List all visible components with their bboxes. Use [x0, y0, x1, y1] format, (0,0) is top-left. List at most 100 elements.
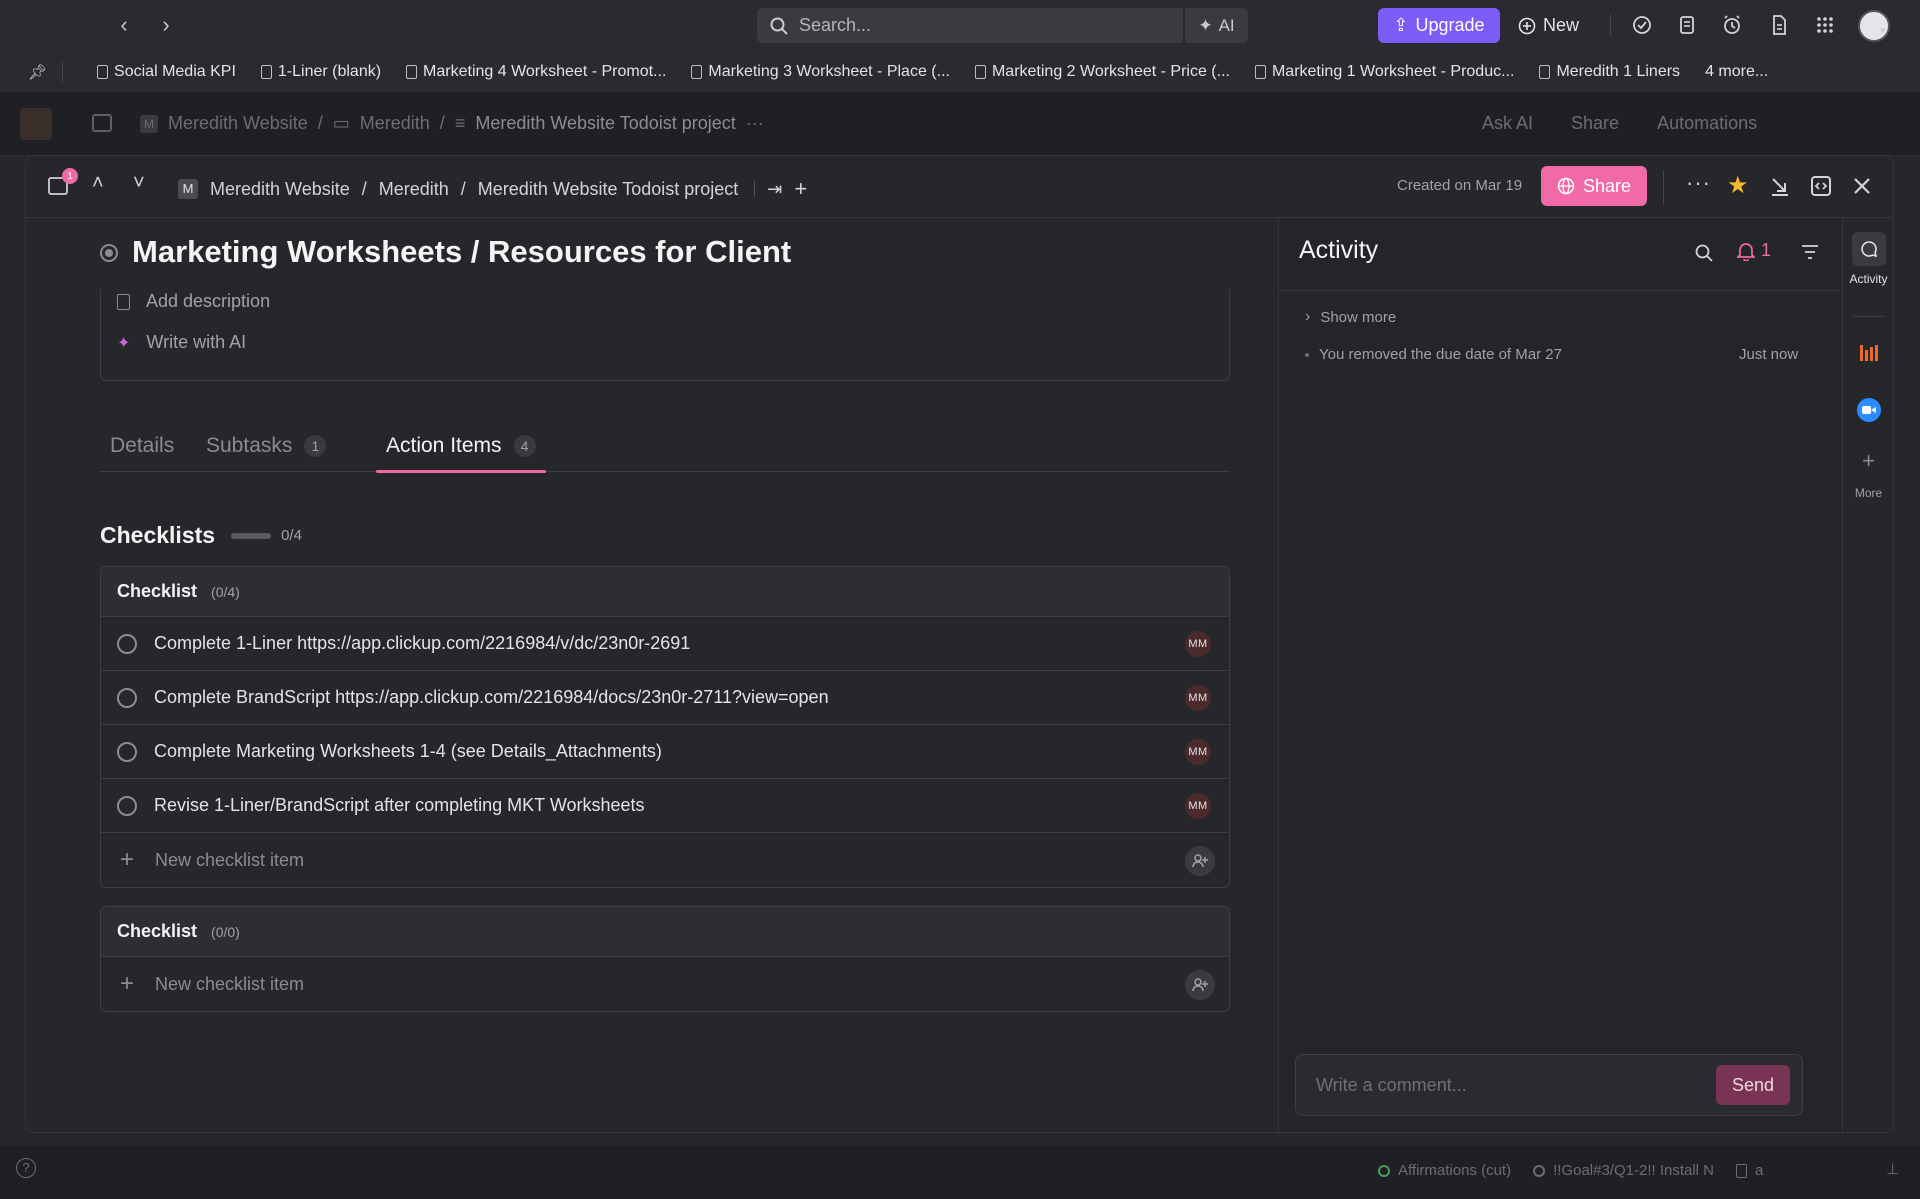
bookmark-item[interactable]: Meredith 1 Liners — [1539, 63, 1680, 81]
back-arrow-icon[interactable]: ‹ — [112, 14, 136, 38]
bookmark-item[interactable]: Marketing 4 Worksheet - Promot... — [406, 63, 666, 81]
new-checklist-item-input[interactable]: + New checklist item — [101, 833, 1229, 887]
assign-user-icon[interactable] — [1185, 970, 1215, 1000]
pin-icon[interactable]: 📌︎ — [28, 63, 47, 81]
tray-item[interactable]: a — [1755, 1162, 1763, 1179]
activity-panel: Activity 1 › Show more You removed the d… — [1278, 218, 1842, 1132]
chevron-down-icon[interactable]: ▾ — [1880, 24, 1886, 37]
minimize-icon[interactable] — [1769, 175, 1791, 197]
checkbox[interactable] — [117, 687, 137, 708]
close-icon[interactable] — [1852, 176, 1872, 196]
folder-icon: ▭ — [332, 113, 350, 133]
write-with-ai[interactable]: ✦ Write with AI — [117, 332, 246, 353]
bookmark-item[interactable]: Marketing 1 Worksheet - Produc... — [1254, 63, 1515, 81]
checklist-item-text[interactable]: Complete 1-Liner https://app.clickup.com… — [154, 633, 690, 654]
search-icon[interactable] — [1694, 243, 1714, 263]
notepad-icon[interactable] — [1675, 13, 1699, 37]
more-options-icon[interactable]: ··· — [1686, 170, 1711, 196]
checklist-header[interactable]: Checklist (0/0) — [101, 907, 1229, 957]
assignee-avatar[interactable]: MM — [1185, 685, 1211, 711]
move-icon[interactable]: ⇥ — [767, 179, 782, 200]
add-icon[interactable]: + — [794, 176, 807, 202]
bookmark-label: Marketing 1 Worksheet - Produc... — [1271, 63, 1515, 80]
check-circle-icon[interactable] — [1630, 13, 1654, 37]
upgrade-button[interactable]: ⇪ Upgrade — [1378, 8, 1500, 43]
filter-icon[interactable] — [1801, 244, 1819, 260]
document-icon[interactable] — [1767, 13, 1791, 37]
divider — [1853, 316, 1884, 317]
checklist-header[interactable]: Checklist (0/4) — [101, 567, 1229, 617]
send-button[interactable]: Send — [1716, 1065, 1790, 1105]
activity-rail-button[interactable] — [1852, 232, 1886, 266]
assignee-avatar[interactable]: MM — [1185, 739, 1211, 765]
automations-button[interactable]: Automations — [1657, 113, 1757, 134]
share-button[interactable]: Share — [1541, 166, 1647, 206]
tab-label: Subtasks — [206, 433, 293, 457]
checklist-item-text[interactable]: Complete BrandScript https://app.clickup… — [154, 687, 829, 708]
comment-input[interactable]: Write a comment... Send — [1295, 1054, 1803, 1116]
status-icon[interactable] — [100, 244, 118, 262]
new-checklist-item-input[interactable]: + New checklist item — [101, 957, 1229, 1011]
checkbox[interactable] — [117, 795, 137, 816]
add-description[interactable]: Add description — [117, 291, 270, 312]
forward-arrow-icon[interactable]: › — [154, 14, 178, 38]
alarm-clock-icon[interactable] — [1720, 13, 1744, 37]
bookmarks-more[interactable]: 4 more... — [1705, 63, 1768, 81]
zoom-icon[interactable] — [1857, 398, 1881, 422]
search-input[interactable]: Search... — [757, 8, 1183, 43]
checklist-item[interactable]: Complete BrandScript https://app.clickup… — [101, 671, 1229, 725]
new-button[interactable]: New — [1518, 8, 1590, 43]
top-bar: ‹ › Search... ✦ AI ⇪ Upgrade New ▾ — [0, 0, 1920, 52]
checklist-item[interactable]: Revise 1-Liner/BrandScript after complet… — [101, 779, 1229, 833]
chevron-up-icon[interactable]: ˄ — [92, 172, 104, 195]
pin-icon[interactable]: ⊥ — [1886, 1160, 1899, 1178]
task-modal: 1 ˄ ˅ M Meredith Website / Meredith / Me… — [26, 156, 1893, 1132]
new-item-placeholder: New checklist item — [155, 849, 305, 870]
bg-share-button[interactable]: Share — [1571, 113, 1619, 134]
more-rail-label[interactable]: More — [1843, 486, 1893, 500]
apps-grid-icon[interactable] — [1813, 13, 1837, 37]
checkbox[interactable] — [117, 633, 137, 654]
checklist-item-text[interactable]: Complete Marketing Worksheets 1-4 (see D… — [154, 741, 662, 762]
checklist-count: (0/4) — [211, 583, 240, 600]
checkbox[interactable] — [117, 741, 137, 762]
assign-user-icon[interactable] — [1185, 846, 1215, 876]
assignee-avatar[interactable]: MM — [1185, 793, 1211, 819]
assignee-avatar[interactable]: MM — [1185, 631, 1211, 657]
doc-icon — [1736, 1163, 1747, 1178]
bookmark-item[interactable]: Marketing 3 Worksheet - Place (... — [691, 63, 950, 81]
ask-ai-button[interactable]: Ask AI — [1482, 113, 1533, 134]
bookmark-item[interactable]: Social Media KPI — [97, 63, 236, 81]
expand-icon[interactable] — [1810, 175, 1832, 197]
breadcrumb-space[interactable]: Meredith Website — [210, 179, 350, 200]
checklist-item[interactable]: Complete 1-Liner https://app.clickup.com… — [101, 617, 1229, 671]
help-icon[interactable]: ? — [16, 1158, 36, 1178]
breadcrumb-folder[interactable]: Meredith — [379, 179, 449, 200]
checklist-name: Checklist — [117, 921, 198, 941]
tab-action-items[interactable]: Action Items 4 — [376, 419, 546, 473]
sidebar-toggle-icon[interactable] — [92, 114, 112, 132]
integration-bars-icon[interactable] — [1858, 342, 1880, 364]
bookmark-item[interactable]: Marketing 2 Worksheet - Price (... — [974, 63, 1230, 81]
breadcrumb-list[interactable]: Meredith Website Todoist project — [478, 179, 738, 200]
bookmark-item[interactable]: 1-Liner (blank) — [260, 63, 381, 81]
checklist-item[interactable]: Complete Marketing Worksheets 1-4 (see D… — [101, 725, 1229, 779]
chevron-down-icon[interactable]: ˅ — [133, 172, 145, 195]
tray-item[interactable]: !!Goal#3/Q1-2!! Install N — [1553, 1162, 1714, 1179]
notification-bell[interactable]: 1 — [1737, 240, 1771, 261]
star-icon[interactable]: ★ — [1727, 171, 1749, 200]
checklist-item-text[interactable]: Revise 1-Liner/BrandScript after complet… — [154, 795, 645, 816]
more-icon[interactable]: ··· — [746, 113, 764, 134]
tab-subtasks[interactable]: Subtasks 1 — [206, 419, 327, 472]
ai-button[interactable]: ✦ AI — [1184, 8, 1248, 43]
bg-crumb[interactable]: Meredith — [360, 113, 430, 134]
bg-crumb[interactable]: Meredith Website Todoist project — [475, 113, 735, 134]
workspace-avatar[interactable] — [20, 108, 52, 140]
show-more[interactable]: › Show more — [1305, 308, 1396, 326]
task-title[interactable]: Marketing Worksheets / Resources for Cli… — [132, 234, 791, 270]
add-icon[interactable]: + — [1843, 448, 1893, 474]
bg-crumb[interactable]: Meredith Website — [168, 113, 308, 134]
tray-item[interactable]: Affirmations (cut) — [1398, 1162, 1511, 1179]
plus-circle-icon — [1518, 17, 1536, 34]
tab-details[interactable]: Details — [110, 419, 174, 472]
